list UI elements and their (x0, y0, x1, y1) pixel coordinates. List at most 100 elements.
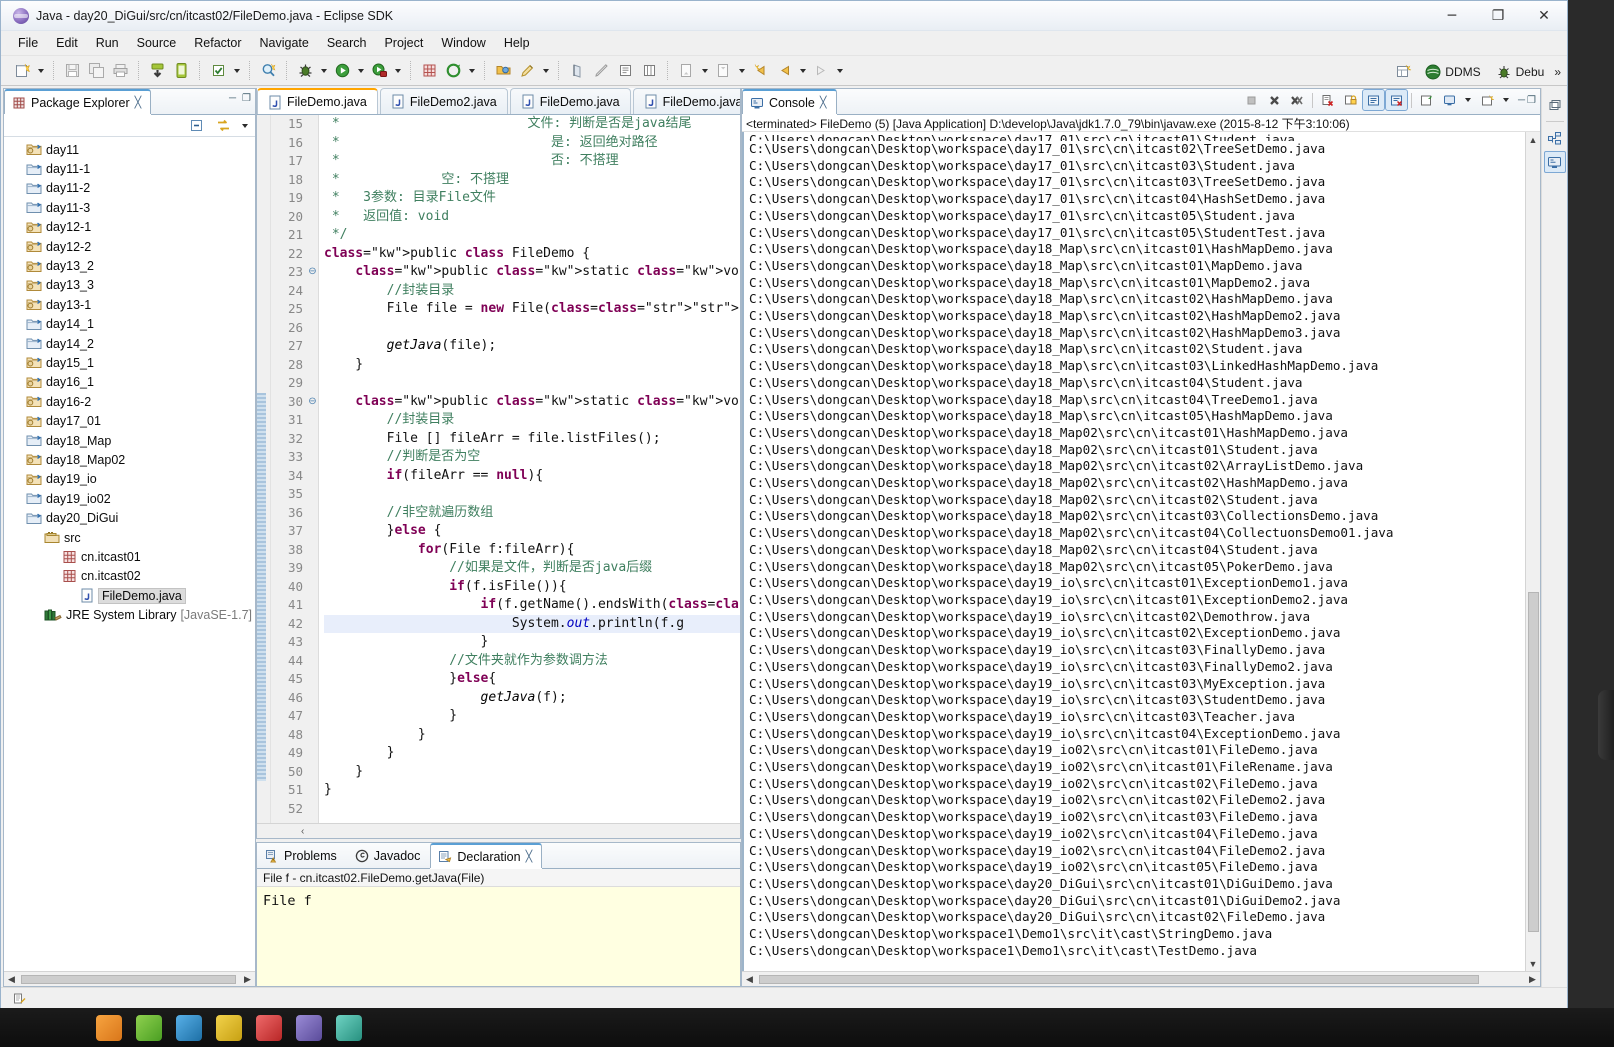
tab-problems[interactable]: Problems (257, 843, 347, 868)
run-button[interactable] (330, 59, 354, 83)
tab-javadoc[interactable]: Javadoc (347, 843, 431, 868)
menu-run[interactable]: Run (87, 33, 128, 53)
fold-toggle[interactable] (307, 541, 318, 560)
code-line[interactable]: }else{ (324, 670, 740, 689)
open-console-button[interactable] (1477, 90, 1498, 110)
code-line[interactable]: }else { (324, 522, 740, 541)
console-fastview-button[interactable] (1543, 151, 1566, 173)
perspective-debug[interactable]: Debu (1491, 62, 1550, 82)
tree-item-day12-1[interactable]: day12-1 (4, 218, 255, 237)
minimize-icon[interactable]: ─ (229, 93, 236, 104)
tree-item-day20-digui[interactable]: day20_DiGui (4, 508, 255, 527)
open-type-button[interactable] (491, 59, 515, 83)
fold-toggle[interactable] (307, 763, 318, 782)
fold-toggle[interactable]: ⊖ (307, 263, 318, 282)
avd-manager-button[interactable] (169, 59, 193, 83)
scroll-right-icon[interactable]: ▶ (240, 974, 255, 985)
tree-item-day12-2[interactable]: day12-2 (4, 237, 255, 256)
marker-ruler[interactable] (257, 115, 271, 823)
fold-toggle[interactable] (307, 171, 318, 190)
minimize-icon[interactable]: ─ (1518, 95, 1525, 106)
fold-toggle[interactable] (307, 411, 318, 430)
taskbar-item-3[interactable] (176, 1014, 202, 1041)
tree-item-day19-io[interactable]: day19_io (4, 470, 255, 489)
open-perspective-button[interactable] (1391, 60, 1415, 84)
hscroll-track[interactable] (757, 973, 1525, 985)
debug-dropdown-icon[interactable] (317, 59, 330, 83)
code-line[interactable]: File [] fileArr = file.listFiles(); (324, 430, 740, 449)
run-external-tools-button[interactable] (367, 59, 391, 83)
tab-console[interactable]: Console ╳ (742, 89, 837, 114)
code-line[interactable]: if(fileArr == null){ (324, 467, 740, 486)
minimize-button[interactable]: ─ (1429, 1, 1475, 31)
open-search-dialog-button[interactable] (256, 59, 280, 83)
fold-toggle[interactable] (307, 504, 318, 523)
fold-toggle[interactable]: ⊖ (307, 393, 318, 412)
scroll-left-icon[interactable]: ◀ (742, 974, 757, 985)
fold-toggle[interactable] (307, 800, 318, 819)
fold-toggle[interactable] (307, 226, 318, 245)
code-line[interactable]: for(File f:fileArr){ (324, 541, 740, 560)
show-source-view-button[interactable] (613, 59, 637, 83)
desktop-sidebar-handle[interactable] (1598, 690, 1614, 760)
code-line[interactable]: System.out.println(f.g (324, 614, 740, 633)
fold-toggle[interactable] (307, 559, 318, 578)
pencil-button[interactable] (589, 59, 613, 83)
console-vscrollbar[interactable]: ▲ ▼ (1525, 132, 1540, 971)
code-line[interactable]: //封装目录 (324, 411, 740, 430)
restore-perspective-button[interactable] (1544, 94, 1566, 116)
taskbar-item-7[interactable] (336, 1014, 362, 1041)
fold-toggle[interactable] (307, 134, 318, 153)
hscroll-thumb[interactable] (21, 974, 236, 984)
back-button[interactable] (772, 59, 796, 83)
save-button[interactable] (60, 59, 84, 83)
close-icon[interactable]: ╳ (526, 850, 533, 863)
scroll-down-icon[interactable]: ▼ (1529, 956, 1538, 971)
code-line[interactable]: } (324, 356, 740, 375)
tree-item-day13-1[interactable]: day13-1 (4, 295, 255, 314)
tree-item-src[interactable]: src (4, 528, 255, 547)
last-edit-location-button[interactable] (748, 59, 772, 83)
build-all-button[interactable] (206, 59, 230, 83)
new-java-package-button[interactable] (417, 59, 441, 83)
fold-toggle[interactable] (307, 245, 318, 264)
maximize-button[interactable]: ❐ (1475, 1, 1521, 31)
console-hscrollbar[interactable]: ◀ ▶ (742, 971, 1540, 986)
tree-item-day11-3[interactable]: day11-3 (4, 198, 255, 217)
tree-item-day18-map02[interactable]: day18_Map02 (4, 450, 255, 469)
fold-toggle[interactable] (307, 374, 318, 393)
next-annotation-dropdown-icon[interactable] (698, 59, 711, 83)
tree-item-day19-io02[interactable]: day19_io02 (4, 489, 255, 508)
fold-toggle[interactable] (307, 115, 318, 134)
fold-toggle[interactable] (307, 282, 318, 301)
perspective-ddms[interactable]: DDMS (1420, 62, 1485, 82)
tree-item-filedemo-java[interactable]: FileDemo.java (4, 586, 255, 605)
terminate-button[interactable] (1241, 90, 1262, 110)
code-line[interactable] (324, 319, 740, 338)
fold-toggle[interactable] (307, 430, 318, 449)
code-line[interactable]: getJava(file); (324, 337, 740, 356)
tree-item-day14-2[interactable]: day14_2 (4, 334, 255, 353)
taskbar-item-6[interactable] (296, 1014, 322, 1041)
code-editor[interactable]: 15 16 17 18 19 20 21 22 23 24 25 26 27 28 29 30 31 32 33 34… (257, 115, 740, 823)
code-line[interactable]: } (324, 781, 740, 800)
fold-toggle[interactable] (307, 726, 318, 745)
menu-project[interactable]: Project (375, 33, 432, 53)
open-console-dropdown-icon[interactable] (1500, 88, 1513, 112)
tree-item-day14-1[interactable]: day14_1 (4, 315, 255, 334)
pin-console-button[interactable] (1416, 90, 1437, 110)
new-wizard-dropdown-icon[interactable] (34, 59, 47, 83)
tree-item-day11-1[interactable]: day11-1 (4, 159, 255, 178)
code-line[interactable]: * 文件: 判断是否是java结尾 (324, 115, 740, 134)
maximize-icon[interactable]: ❐ (1527, 95, 1536, 106)
tree-item-day11-2[interactable]: day11-2 (4, 179, 255, 198)
code-line[interactable]: } (324, 633, 740, 652)
tree-item-cn-itcast01[interactable]: cn.itcast01 (4, 547, 255, 566)
menu-edit[interactable]: Edit (47, 33, 87, 53)
tree-item-day16-2[interactable]: day16-2 (4, 392, 255, 411)
code-line[interactable] (324, 374, 740, 393)
fold-toggle[interactable] (307, 337, 318, 356)
fold-toggle[interactable] (307, 578, 318, 597)
taskbar-item-5[interactable] (256, 1014, 282, 1041)
print-button[interactable] (108, 59, 132, 83)
